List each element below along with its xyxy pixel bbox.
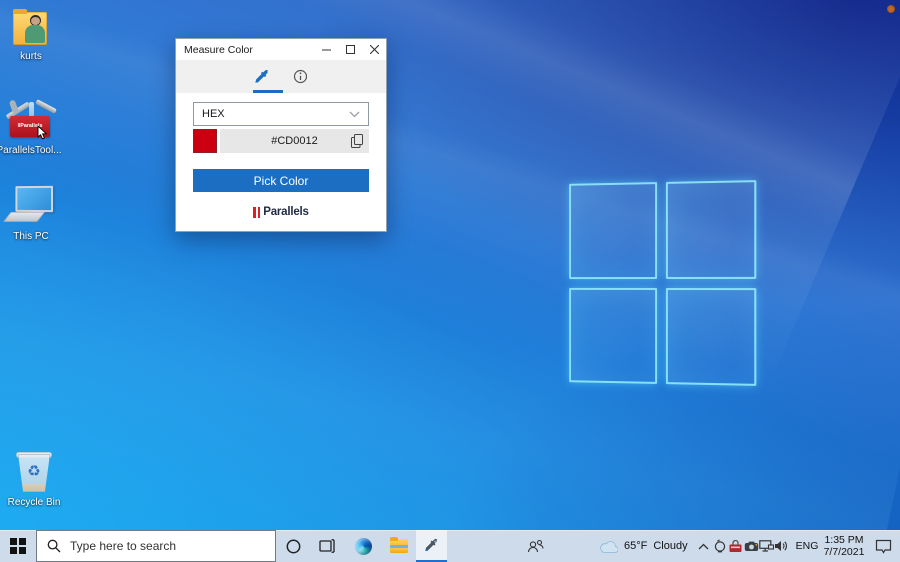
hex-value-field[interactable]: #CD0012	[220, 129, 369, 153]
action-center-icon	[875, 539, 892, 554]
parallels-tools-tray-icon[interactable]	[713, 539, 728, 553]
computer-icon	[5, 184, 57, 228]
close-button[interactable]	[362, 39, 386, 60]
tab-info[interactable]	[289, 65, 311, 89]
window-content: HEX #CD0012 Pick Color	[176, 93, 386, 231]
action-center-button[interactable]	[868, 530, 898, 562]
selected-tab-indicator	[253, 90, 283, 93]
edge-icon	[355, 538, 372, 555]
light-beam	[0, 0, 900, 387]
color-format-value: HEX	[202, 108, 349, 120]
person-figure	[24, 15, 46, 45]
tab-eyedropper[interactable]	[251, 65, 273, 89]
desktop-icon-recycle-bin[interactable]: ♻ Recycle Bin	[6, 450, 62, 508]
window-titlebar[interactable]: Measure Color	[176, 39, 386, 60]
monitor-shape	[15, 186, 53, 212]
clock-time: 1:35 PM	[824, 534, 863, 546]
window-title: Measure Color	[176, 44, 314, 56]
search-icon	[47, 539, 61, 553]
desktop-icon-label: kurts	[20, 51, 42, 62]
windows-logo-pane	[569, 182, 656, 278]
weather-widget[interactable]: 65°F Cloudy	[600, 530, 700, 562]
eyedropper-icon	[424, 538, 439, 553]
language-code: ENG	[796, 540, 819, 552]
hex-value-text: #CD0012	[220, 135, 369, 147]
display-tray-icon[interactable]	[759, 540, 774, 552]
toolbox-icon: ‖Parallels	[1, 94, 57, 142]
search-placeholder: Type here to search	[70, 539, 176, 553]
volume-tray-icon[interactable]	[774, 540, 789, 552]
color-format-select[interactable]: HEX	[193, 102, 369, 126]
color-result-row: #CD0012	[193, 129, 369, 153]
clock-widget[interactable]: 1:35 PM 7/7/2021	[822, 530, 866, 562]
clock-date: 7/7/2021	[824, 546, 865, 558]
edge-browser-button[interactable]	[348, 530, 378, 562]
cloud-icon	[600, 540, 618, 553]
task-view-icon	[319, 539, 336, 553]
taskbar: Type here to search	[0, 530, 900, 562]
desktop-icon-label: ParallelsTool...	[0, 145, 62, 156]
measure-color-taskbar-button[interactable]	[416, 530, 447, 562]
recording-indicator-dot	[887, 5, 895, 13]
task-view-button[interactable]	[312, 530, 342, 562]
recycle-symbol-icon: ♻	[12, 462, 56, 480]
desktop-screen: kurts ‖Parallels ParallelsTool... This P…	[0, 0, 900, 562]
desktop-icon-parallels-toolbox[interactable]: ‖Parallels ParallelsTool...	[1, 94, 57, 156]
cortana-icon	[286, 539, 301, 554]
parallels-brand: Parallels	[193, 206, 369, 218]
minimize-button[interactable]	[314, 39, 338, 60]
windows-logo-pane	[665, 180, 756, 278]
chevron-up-icon	[698, 543, 709, 550]
mouse-cursor-icon	[37, 126, 48, 140]
copy-icon[interactable]	[351, 134, 363, 148]
windows-start-icon	[10, 538, 26, 554]
taskbar-search-box[interactable]: Type here to search	[36, 530, 276, 562]
desktop-icon-label: This PC	[13, 231, 49, 242]
file-explorer-icon	[390, 539, 408, 553]
people-icon	[527, 539, 544, 553]
show-hidden-icons-button[interactable]	[694, 530, 712, 562]
maximize-button[interactable]	[338, 39, 362, 60]
desktop-icon-kurts[interactable]: kurts	[3, 8, 59, 62]
weather-temperature: 65°F	[624, 540, 647, 552]
recycle-bin-icon: ♻	[12, 450, 56, 494]
parallels-brand-text: Parallels	[263, 206, 309, 218]
keyboard-shape	[3, 212, 45, 222]
eyedropper-icon	[254, 69, 270, 85]
pick-color-button[interactable]: Pick Color	[193, 169, 369, 192]
file-explorer-button[interactable]	[384, 530, 414, 562]
wallpaper	[0, 0, 900, 530]
window-controls	[314, 39, 386, 60]
parallels-bars-icon	[253, 207, 260, 218]
light-beam	[0, 0, 900, 466]
system-tray	[712, 530, 790, 562]
start-button[interactable]	[0, 530, 36, 562]
desktop-icon-this-pc[interactable]: This PC	[3, 184, 59, 242]
cortana-button[interactable]	[278, 530, 308, 562]
info-icon	[293, 69, 308, 84]
camera-tray-icon[interactable]	[744, 541, 759, 552]
language-indicator[interactable]: ENG	[793, 530, 821, 562]
chevron-down-icon	[349, 111, 360, 118]
user-folder-icon	[10, 8, 52, 48]
hammer-tool	[35, 99, 57, 114]
windows-logo-pane	[665, 288, 756, 386]
tab-bar	[176, 60, 386, 93]
desktop-icon-label: Recycle Bin	[8, 497, 61, 508]
light-beam	[0, 120, 900, 530]
parallels-toolbox-tray-icon[interactable]	[728, 540, 743, 553]
measure-color-window: Measure Color	[175, 38, 387, 232]
windows-logo-wallpaper	[569, 180, 756, 386]
windows-logo-pane	[569, 287, 656, 383]
weather-condition: Cloudy	[653, 540, 687, 552]
color-swatch	[193, 129, 217, 153]
people-button[interactable]	[520, 530, 550, 562]
